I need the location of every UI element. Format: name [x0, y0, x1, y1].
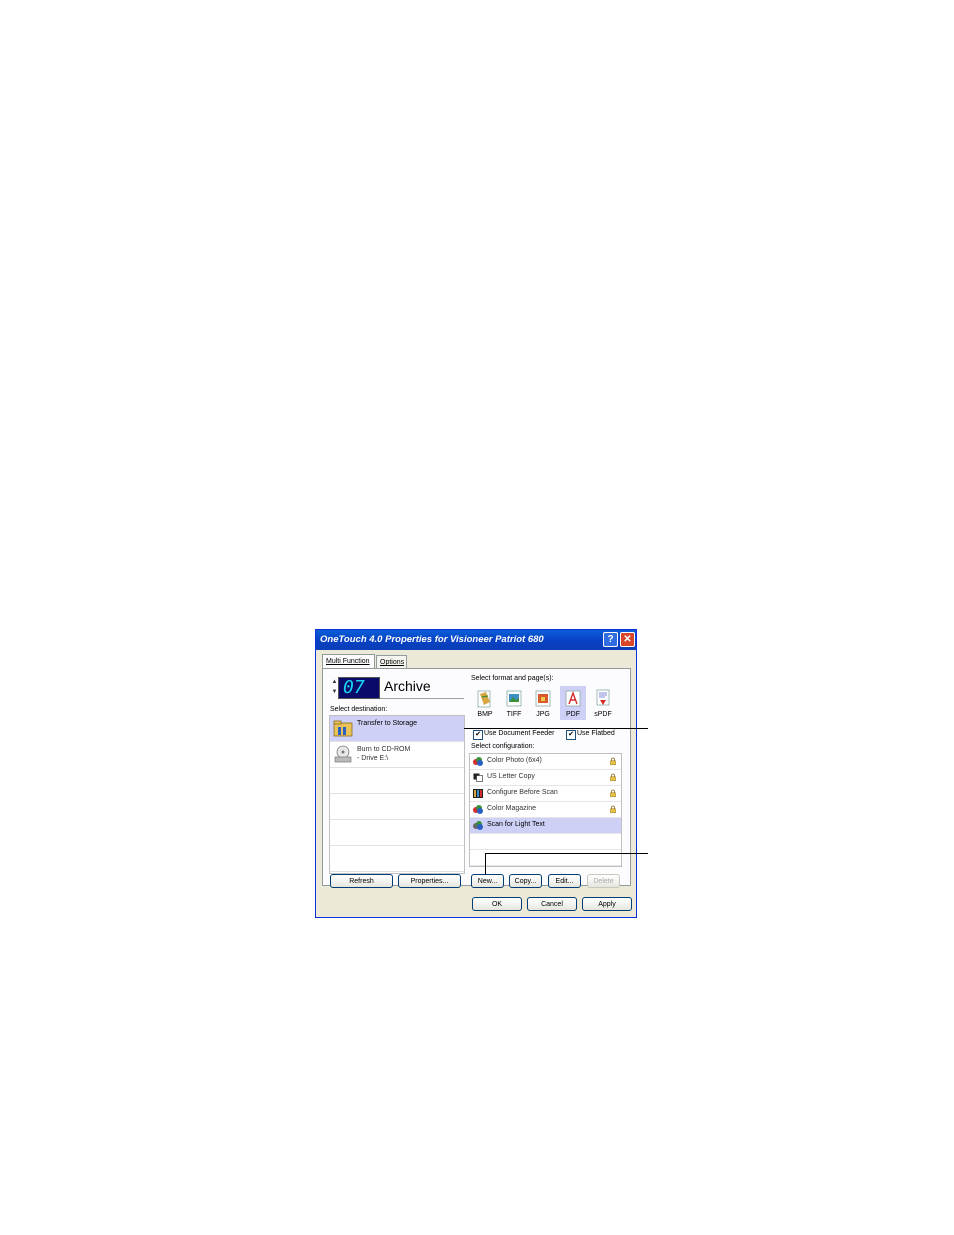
configuration-item[interactable]: Color Magazine	[470, 802, 621, 818]
configuration-item[interactable]: Color Photo (6x4)	[470, 754, 621, 770]
format-spdf[interactable]: sPDF	[590, 686, 616, 720]
configuration-item[interactable]: US Letter Copy	[470, 770, 621, 786]
button-number-display: 07	[338, 677, 380, 699]
callout-line-destination	[464, 728, 648, 729]
window-title: OneTouch 4.0 Properties for Visioneer Pa…	[320, 634, 544, 645]
destination-item-burn-cd[interactable]: Burn to CD-ROM - Drive E:\	[330, 742, 464, 768]
configuration-label: Configure Before Scan	[487, 789, 558, 796]
callout-line-new-vertical	[485, 853, 486, 875]
configuration-label: Color Photo (6x4)	[487, 757, 542, 764]
select-destination-label: Select destination:	[330, 706, 388, 713]
destination-item-empty	[330, 794, 464, 820]
format-tiff[interactable]: TIFF	[501, 686, 527, 720]
edit-button[interactable]: Edit...	[548, 874, 581, 888]
use-document-feeder-label: Use Document Feeder	[484, 730, 555, 737]
format-jpg[interactable]: JPG	[530, 686, 556, 720]
format-bmp[interactable]: BMP	[472, 686, 498, 720]
spdf-format-icon	[596, 689, 610, 706]
lock-icon	[610, 789, 616, 797]
destination-item-empty	[330, 820, 464, 846]
configuration-item[interactable]: Configure Before Scan	[470, 786, 621, 802]
configuration-item-empty	[470, 834, 621, 850]
color-magazine-icon	[473, 805, 483, 814]
button-name: Archive	[380, 676, 464, 699]
folder-storage-icon	[333, 720, 353, 737]
bmp-format-icon	[477, 690, 491, 708]
destination-label: Burn to CD-ROM	[357, 746, 411, 753]
color-photo-icon	[473, 757, 483, 766]
use-document-feeder-checkbox[interactable]: ✔	[473, 730, 483, 740]
format-label: TIFF	[506, 711, 522, 718]
help-button[interactable]: ?	[603, 632, 618, 647]
callout-line-new	[485, 853, 648, 854]
pdf-format-icon	[565, 690, 581, 707]
configuration-label: Scan for Light Text	[487, 821, 545, 828]
configure-icon	[473, 789, 483, 798]
cancel-button[interactable]: Cancel	[527, 897, 577, 911]
close-button[interactable]: ✕	[620, 632, 635, 647]
tiff-format-icon	[506, 690, 522, 707]
destination-list[interactable]: Transfer to Storage Burn to CD-ROM - Dri…	[329, 715, 465, 874]
button-spinner[interactable]: ▲ ▼	[331, 677, 338, 697]
lock-icon	[610, 773, 616, 781]
format-label: sPDF	[594, 711, 612, 718]
lock-icon	[610, 805, 616, 813]
format-pdf[interactable]: PDF	[560, 686, 586, 720]
button-number: 07	[343, 677, 365, 698]
select-format-label: Select format and page(s):	[471, 675, 554, 682]
refresh-button[interactable]: Refresh	[330, 874, 393, 888]
use-flatbed-checkbox[interactable]: ✔	[566, 730, 576, 740]
destination-sublabel: - Drive E:\	[357, 755, 389, 762]
format-label: BMP	[477, 711, 493, 718]
use-flatbed-label: Use Flatbed	[577, 730, 615, 737]
title-bar[interactable]: OneTouch 4.0 Properties for Visioneer Pa…	[316, 630, 636, 650]
configuration-label: Color Magazine	[487, 805, 537, 812]
tab-options[interactable]: Options	[376, 655, 407, 668]
properties-button[interactable]: Properties...	[398, 874, 461, 888]
new-button[interactable]: New...	[471, 874, 504, 888]
destination-label: Transfer to Storage	[357, 720, 418, 727]
delete-button[interactable]: Delete	[587, 874, 620, 888]
format-label: JPG	[536, 711, 550, 718]
copy-icon	[473, 773, 483, 782]
ok-button[interactable]: OK	[472, 897, 522, 911]
configuration-label: US Letter Copy	[487, 773, 535, 780]
properties-window: OneTouch 4.0 Properties for Visioneer Pa…	[315, 629, 637, 918]
lock-icon	[610, 757, 616, 765]
configuration-item-selected[interactable]: Scan for Light Text	[470, 818, 621, 834]
destination-item-empty	[330, 768, 464, 794]
destination-item-empty	[330, 846, 464, 872]
format-label: PDF	[566, 711, 580, 718]
copy-button[interactable]: Copy...	[509, 874, 542, 888]
tab-multi-function[interactable]: Multi Function	[322, 654, 375, 669]
configuration-list[interactable]: Color Photo (6x4) US Letter Copy Configu…	[469, 753, 622, 867]
apply-button[interactable]: Apply	[582, 897, 632, 911]
select-configuration-label: Select configuration:	[471, 743, 535, 750]
jpg-format-icon	[535, 690, 551, 707]
light-text-icon	[473, 821, 483, 830]
destination-item-transfer-storage[interactable]: Transfer to Storage	[330, 716, 464, 742]
cd-burner-icon	[334, 745, 352, 763]
